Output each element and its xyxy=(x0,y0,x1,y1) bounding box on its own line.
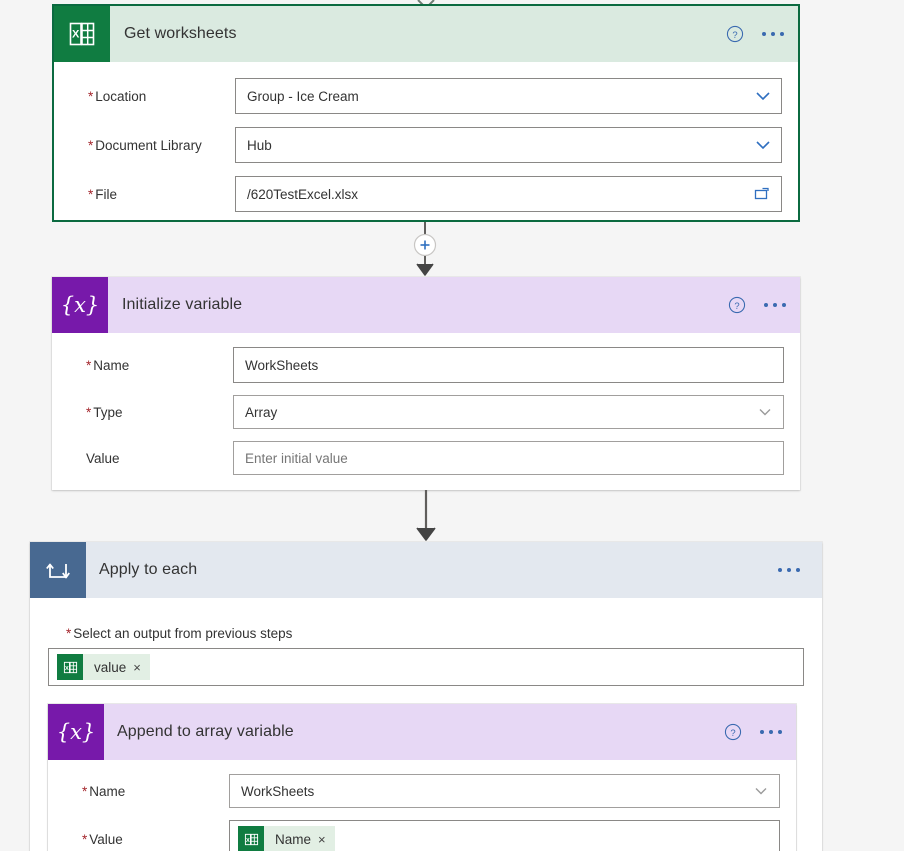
file-input[interactable]: /620TestExcel.xlsx xyxy=(235,176,782,212)
required-asterisk: * xyxy=(86,404,92,420)
step-card-get-worksheets[interactable]: X Get worksheets ? * Location Group - Ic… xyxy=(52,4,800,222)
append-variable-name-value: WorkSheets xyxy=(241,783,315,799)
variable-glyph: {x} xyxy=(56,719,96,744)
card-header[interactable]: {x} Initialize variable ? xyxy=(52,277,800,333)
card-title: Append to array variable xyxy=(117,723,294,740)
chevron-down-icon xyxy=(755,788,767,795)
required-asterisk: * xyxy=(82,783,88,799)
field-label-type: * Type xyxy=(86,404,123,420)
field-row-location: * Location Group - Ice Cream xyxy=(70,78,782,114)
field-row-value: * Value X Name × xyxy=(64,820,780,851)
variable-icon: {x} xyxy=(52,277,108,333)
field-row-type: * Type Array xyxy=(68,395,784,429)
svg-text:?: ? xyxy=(732,30,737,41)
append-variable-name-dropdown[interactable]: WorkSheets xyxy=(229,774,780,808)
card-header[interactable]: {x} Append to array variable ? xyxy=(48,704,796,760)
card-title: Initialize variable xyxy=(122,296,243,313)
token-remove-icon[interactable]: × xyxy=(318,832,335,847)
card-header-actions: ? xyxy=(726,6,784,62)
step-card-apply-to-each[interactable]: Apply to each * Select an output from pre… xyxy=(30,542,822,851)
document-library-dropdown[interactable]: Hub xyxy=(235,127,782,163)
field-row-name: * Name WorkSheets xyxy=(68,347,784,383)
step-card-append-to-array-variable[interactable]: {x} Append to array variable ? * Name Wo… xyxy=(48,704,796,851)
more-commands-button[interactable] xyxy=(778,568,800,572)
card-header[interactable]: Apply to each xyxy=(30,542,822,598)
card-header-actions xyxy=(778,542,800,598)
field-label-value: * Value xyxy=(82,831,123,847)
field-row-value: Value Enter initial value xyxy=(68,441,784,475)
excel-icon: X xyxy=(238,826,264,851)
location-dropdown[interactable]: Group - Ice Cream xyxy=(235,78,782,114)
dynamic-content-token-name[interactable]: X Name × xyxy=(238,826,335,851)
variable-value-input[interactable]: Enter initial value xyxy=(233,441,784,475)
card-title: Apply to each xyxy=(99,561,198,578)
card-body: * Location Group - Ice Cream * Document Li… xyxy=(54,62,798,212)
variable-glyph: {x} xyxy=(60,292,100,317)
card-title: Get worksheets xyxy=(124,25,237,42)
field-label-name: * Name xyxy=(82,783,126,799)
required-asterisk: * xyxy=(88,186,94,202)
field-label-document-library: * Document Library xyxy=(88,137,202,153)
more-commands-button[interactable] xyxy=(764,303,786,307)
field-label-name: * Name xyxy=(86,357,130,373)
svg-text:X: X xyxy=(246,837,250,843)
flow-designer-canvas: X Get worksheets ? * Location Group - Ic… xyxy=(0,0,904,851)
loop-output-label: * Select an output from previous steps xyxy=(66,626,293,641)
token-label: Name xyxy=(275,831,312,847)
token-remove-icon[interactable]: × xyxy=(133,660,150,675)
card-body: * Name WorkSheets * Type Array Value Ent… xyxy=(52,333,800,475)
variable-name-value: WorkSheets xyxy=(245,357,319,373)
connector-to-loop xyxy=(406,490,446,542)
card-header[interactable]: X Get worksheets ? xyxy=(54,6,798,62)
card-header-actions: ? xyxy=(724,704,782,760)
required-asterisk: * xyxy=(88,88,94,104)
file-value: /620TestExcel.xlsx xyxy=(247,186,359,202)
svg-text:?: ? xyxy=(734,301,739,312)
loop-output-input[interactable]: X value × xyxy=(48,648,804,686)
variable-value-placeholder: Enter initial value xyxy=(245,450,348,466)
required-asterisk: * xyxy=(88,137,94,153)
svg-text:X: X xyxy=(65,665,69,671)
chevron-down-icon xyxy=(756,92,770,101)
variable-icon: {x} xyxy=(48,704,104,760)
required-asterisk: * xyxy=(82,831,88,847)
token-label: value xyxy=(94,659,127,675)
location-value: Group - Ice Cream xyxy=(247,88,359,104)
variable-type-dropdown[interactable]: Array xyxy=(233,395,784,429)
field-row-name: * Name WorkSheets xyxy=(64,774,780,808)
connector-add-step xyxy=(392,222,458,277)
help-icon[interactable]: ? xyxy=(726,25,744,43)
chevron-down-icon xyxy=(759,409,771,416)
document-library-value: Hub xyxy=(247,137,272,153)
loop-body: *Select an output from previous steps X xyxy=(30,598,822,851)
more-commands-button[interactable] xyxy=(762,32,784,36)
svg-text:X: X xyxy=(72,29,80,41)
field-label-file: * File xyxy=(88,186,118,202)
chevron-down-icon xyxy=(756,141,770,150)
help-icon[interactable]: ? xyxy=(728,296,746,314)
help-icon[interactable]: ? xyxy=(724,723,742,741)
card-body: * Name WorkSheets * Value X Name × xyxy=(48,760,796,851)
excel-icon: X xyxy=(54,6,110,62)
required-asterisk: * xyxy=(86,357,92,373)
card-header-actions: ? xyxy=(728,277,786,333)
field-row-document-library: * Document Library Hub xyxy=(70,127,782,163)
field-label-value: Value xyxy=(86,450,120,466)
append-value-input[interactable]: X Name × xyxy=(229,820,780,851)
step-card-initialize-variable[interactable]: {x} Initialize variable ? * Name WorkShee xyxy=(52,277,800,490)
required-asterisk: * xyxy=(66,626,72,641)
variable-name-input[interactable]: WorkSheets xyxy=(233,347,784,383)
more-commands-button[interactable] xyxy=(760,730,782,734)
loop-icon xyxy=(30,542,86,598)
excel-icon: X xyxy=(57,654,83,680)
variable-type-value: Array xyxy=(245,404,278,420)
field-row-file: * File /620TestExcel.xlsx xyxy=(70,176,782,212)
dynamic-content-token-value[interactable]: X value × xyxy=(57,654,150,680)
folder-picker-icon[interactable] xyxy=(753,185,771,203)
svg-text:?: ? xyxy=(730,728,735,739)
field-label-location: * Location xyxy=(88,88,147,104)
